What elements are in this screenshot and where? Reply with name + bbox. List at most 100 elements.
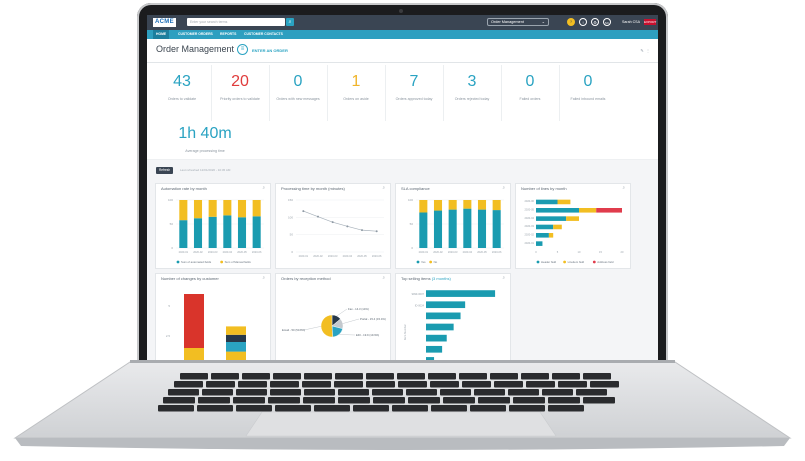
keyboard-key [428,373,456,380]
bar-segment [548,233,554,238]
x-tick-label: 20 [621,250,624,254]
kpi-failed-orders[interactable]: 0 Failed orders [501,65,560,121]
data-point [375,230,378,233]
avatar[interactable]: SC [603,18,611,26]
search-button[interactable]: ⌕ [286,18,294,26]
tab-reports[interactable]: REPORTS [217,30,239,39]
x-tick-label: 2020-05 [357,254,367,258]
legend-marker [429,260,433,264]
kpi-orders-with-messages[interactable]: 0 Orders with new messages [269,65,328,121]
bar-segment [208,200,217,217]
leader-line [303,326,322,331]
x-tick-label: 2020-05 [477,250,487,254]
app-logo[interactable]: ACME [153,18,176,27]
x-tick-label: 2020-06 [492,250,502,254]
y-tick-label: 2020-04 [524,216,534,220]
bar-segment [184,294,204,348]
kpi-label: Average processing time [185,149,225,153]
x-tick-label: 2020-03 [448,250,458,254]
keyboard-key [558,381,587,388]
legend-marker [176,260,180,264]
kpi-orders-approved[interactable]: 7 Orders approved today [385,65,444,121]
search-input[interactable]: Enter your search terms [187,18,285,26]
y-tick-label: 2020-06 [524,199,534,203]
changes-chart: 52.5 [166,294,246,363]
notification-icon[interactable]: ! [579,18,587,26]
kpi-value: 0 [293,73,303,90]
module-select[interactable]: Order Management ⌄ [487,18,549,26]
bar-segment [252,200,261,217]
export-badge[interactable]: EXPORT [644,19,656,25]
keyboard-key [576,389,607,396]
keyboard-key [168,389,199,396]
automation-chart: 100 50 0 2020-01 2020-02 2020-03 2020-04 2020-0… [168,198,264,264]
kpi-processing-time[interactable]: 1h 40m Average processing time [155,121,255,153]
y-tick-label: 0 [171,246,173,250]
keyboard-key [198,397,230,404]
legend-label: Sum of automated fields [181,260,212,264]
enter-order-button[interactable]: ENTER AN ORDER [252,48,288,53]
more-icon[interactable]: ⋮ [646,48,650,53]
dashboard-content: Refresh Last refreshed 12/01/2020 - 10:4… [147,160,658,363]
kpi-label: Orders to validate [167,97,197,101]
refresh-button[interactable]: Refresh [156,167,174,174]
kpi-label: Orders on aside [343,97,369,101]
x-tick-label: 2020-02 [313,254,323,258]
settings-icon[interactable]: ⚙ [591,18,599,26]
kpi-priority-orders[interactable]: 20 Priority orders to validate [211,65,270,121]
keyboard-key [353,405,389,412]
keyboard-key [314,405,350,412]
keyboard-key [242,373,270,380]
y-tick-label: 100 [408,198,413,202]
kpi-value: 0 [525,73,535,90]
y-tick-label: 2020-02 [524,233,534,237]
kpi-orders-to-validate[interactable]: 43 Orders to validate [153,65,212,121]
keyboard-key [548,405,584,412]
sla-chart: 100 50 0 2020-01 2020-02 2020-03 2020-04 2020-0… [408,198,504,264]
data-point [346,225,349,228]
kpi-orders-on-aside[interactable]: 1 Orders on aside [327,65,386,121]
bar-segment [492,200,501,211]
bar [426,323,454,331]
keyboard-key [508,389,539,396]
kpi-failed-emails[interactable]: 0 Failed inbound emails [559,65,617,121]
keyboard-key [202,389,233,396]
tab-customer-orders[interactable]: CUSTOMER ORDERS [175,30,216,39]
top-bar: ACME Enter your search terms ⌕ Order Man… [147,15,658,30]
document-icon[interactable]: ≡ [237,44,248,55]
reception-chart: Fax - 14.3 (14%) Portal - 15.4 (15.4%) EDI… [282,307,386,338]
kpi-value: 0 [583,73,593,90]
x-tick-label: 2020-05 [237,250,247,254]
keyboard-key [270,381,299,388]
bar [426,301,466,309]
tab-customer-contacts[interactable]: CUSTOMER CONTACTS [241,30,286,39]
bar-segment [566,216,579,221]
bar-segment [448,200,457,210]
keyboard-key [440,389,471,396]
bar-segment [208,216,217,248]
keyboard-key [270,389,301,396]
x-tick-label: 2020-04 [223,250,233,254]
module-select-value: Order Management [491,20,524,24]
y-tick-label: ID-0024 [415,303,425,307]
keyboard-key [303,397,335,404]
keyboard-key [490,373,518,380]
user-name[interactable]: Sarah CSA [622,19,640,25]
last-refresh-text: Last refreshed 12/01/2020 - 10:45 AM [180,168,231,172]
pencil-icon[interactable]: ✎ [640,48,643,53]
keyboard-key [513,397,545,404]
x-tick-label: 2020-01 [419,250,429,254]
keyboard-key [238,381,267,388]
help-icon[interactable]: ? [567,18,575,26]
bar-segment [536,199,558,205]
bar-segment [226,334,246,342]
tab-home[interactable]: HOME [153,30,170,39]
bar-segment [223,200,232,216]
bar [426,345,443,353]
kpi-orders-rejected[interactable]: 3 Orders rejected today [443,65,502,121]
x-tick-label: 2020-04 [463,250,473,254]
keyboard-key [180,373,208,380]
keyboard-key [302,381,331,388]
legend-label: No [434,260,438,264]
bar-segment [433,210,443,248]
